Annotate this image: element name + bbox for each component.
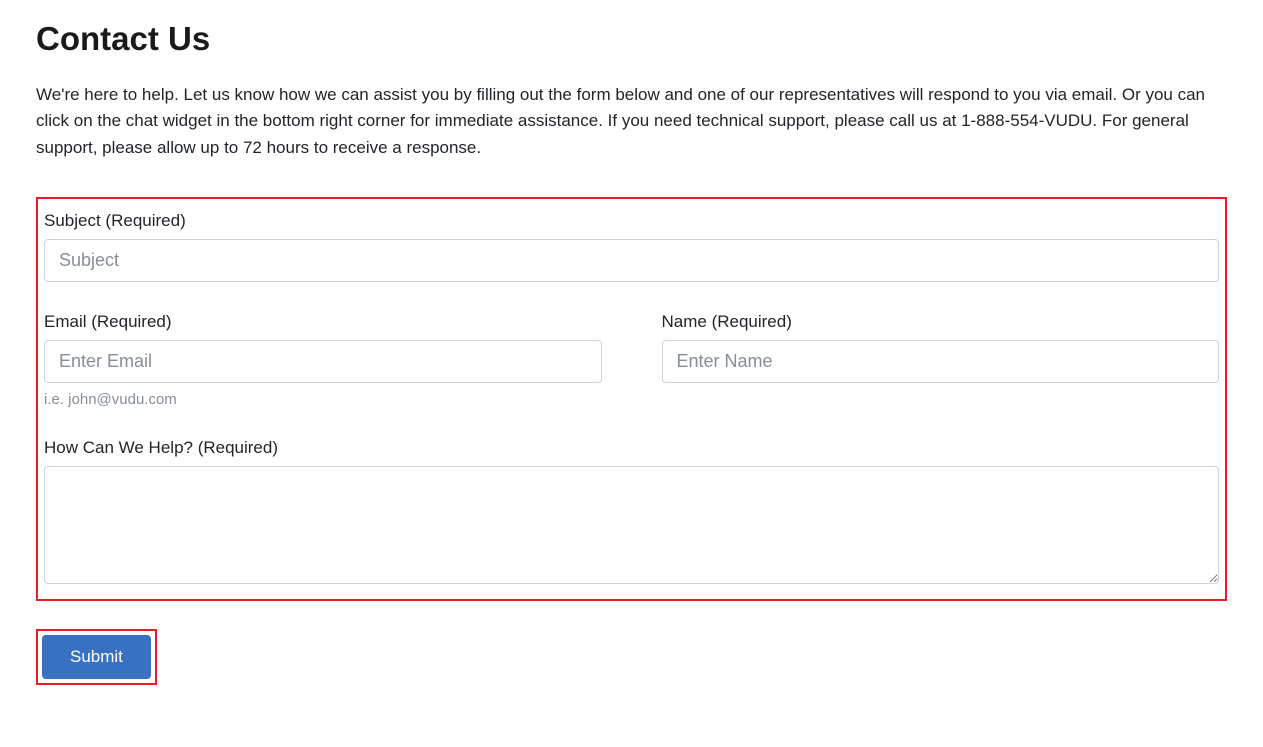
submit-highlight: Submit	[36, 629, 157, 685]
email-label: Email (Required)	[44, 312, 602, 332]
email-help-text: i.e. john@vudu.com	[44, 391, 602, 408]
contact-form: Subject (Required) Email (Required) i.e.…	[36, 197, 1227, 601]
submit-button[interactable]: Submit	[42, 635, 151, 679]
message-textarea[interactable]	[44, 466, 1219, 584]
name-label: Name (Required)	[662, 312, 1220, 332]
message-label: How Can We Help? (Required)	[44, 438, 1219, 458]
subject-label: Subject (Required)	[44, 211, 1219, 231]
intro-text: We're here to help. Let us know how we c…	[36, 82, 1226, 161]
email-input[interactable]	[44, 340, 602, 383]
subject-input[interactable]	[44, 239, 1219, 282]
name-input[interactable]	[662, 340, 1220, 383]
page-title: Contact Us	[36, 20, 1227, 58]
